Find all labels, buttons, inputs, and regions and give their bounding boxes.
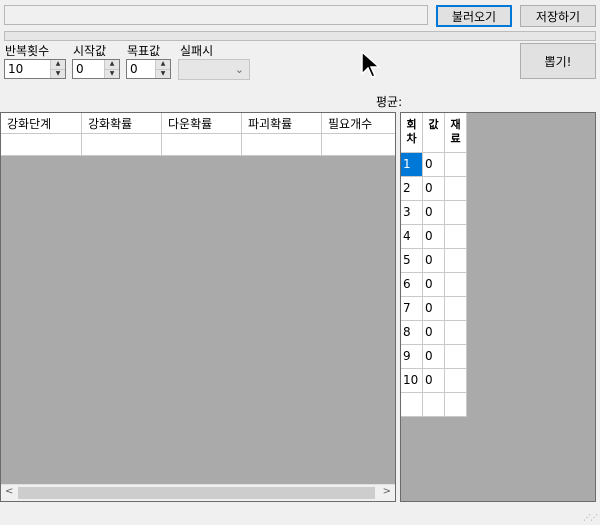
material-cell[interactable] bbox=[445, 369, 467, 393]
value-cell[interactable]: 0 bbox=[423, 297, 445, 321]
start-value-value[interactable]: 0 bbox=[73, 60, 104, 78]
material-cell[interactable] bbox=[445, 201, 467, 225]
material-cell[interactable] bbox=[445, 249, 467, 273]
draw-button[interactable]: 뽑기! bbox=[520, 43, 596, 79]
round-cell[interactable]: 7 bbox=[401, 297, 423, 321]
average-label: 평균: bbox=[376, 95, 403, 109]
table-row[interactable]: 70 bbox=[401, 297, 467, 321]
material-cell[interactable] bbox=[445, 225, 467, 249]
table-row[interactable]: 60 bbox=[401, 273, 467, 297]
column-header[interactable]: 강화확률 bbox=[82, 113, 162, 134]
spin-down-icon[interactable]: ▼ bbox=[156, 68, 170, 78]
table-row[interactable]: 90 bbox=[401, 345, 467, 369]
column-header[interactable]: 강화단계 bbox=[1, 113, 82, 134]
column-header[interactable]: 다운확률 bbox=[162, 113, 242, 134]
round-cell[interactable]: 1 bbox=[401, 153, 423, 177]
material-cell[interactable] bbox=[445, 153, 467, 177]
table-cell[interactable] bbox=[322, 134, 395, 156]
target-value-value[interactable]: 0 bbox=[127, 60, 155, 78]
spin-down-icon[interactable]: ▼ bbox=[105, 68, 119, 78]
resize-grip-icon[interactable]: ⋰⋰ bbox=[583, 513, 598, 522]
arrow-right-icon[interactable]: > bbox=[383, 486, 391, 497]
round-cell[interactable]: 4 bbox=[401, 225, 423, 249]
value-cell[interactable]: 0 bbox=[423, 273, 445, 297]
table-row[interactable]: 80 bbox=[401, 321, 467, 345]
file-path-input[interactable] bbox=[4, 5, 428, 25]
repeat-count-label: 반복횟수 bbox=[5, 44, 50, 58]
round-cell[interactable]: 8 bbox=[401, 321, 423, 345]
table-row[interactable]: 20 bbox=[401, 177, 467, 201]
column-header[interactable]: 필요개수 bbox=[322, 113, 395, 134]
spin-up-icon[interactable]: ▲ bbox=[51, 60, 65, 69]
table-cell[interactable] bbox=[1, 134, 82, 156]
value-cell[interactable]: 0 bbox=[423, 345, 445, 369]
material-cell[interactable] bbox=[445, 321, 467, 345]
table-row[interactable]: 30 bbox=[401, 201, 467, 225]
table-row[interactable]: 10 0 bbox=[401, 369, 467, 393]
chevron-down-icon[interactable]: ⌄ bbox=[235, 63, 244, 76]
column-header-value[interactable]: 값 bbox=[423, 113, 445, 153]
on-fail-dropdown[interactable]: ⌄ bbox=[178, 59, 250, 80]
value-cell[interactable] bbox=[423, 393, 445, 417]
value-cell[interactable]: 0 bbox=[423, 153, 445, 177]
progress-bar bbox=[4, 31, 596, 41]
table-cell[interactable] bbox=[162, 134, 242, 156]
material-cell[interactable] bbox=[445, 177, 467, 201]
material-cell[interactable] bbox=[445, 297, 467, 321]
target-value-label: 목표값 bbox=[127, 44, 161, 58]
repeat-count-value[interactable]: 10 bbox=[5, 60, 50, 78]
round-results-table[interactable]: 회 차 값 재 료 1 0 2 0 3 0 4 0 5 0 6 0 7 0 8 0 9 0 10 0 bbox=[400, 112, 596, 502]
spin-up-icon[interactable]: ▲ bbox=[105, 60, 119, 69]
table-row[interactable] bbox=[401, 393, 467, 417]
value-cell[interactable]: 0 bbox=[423, 225, 445, 249]
spin-down-icon[interactable]: ▼ bbox=[51, 68, 65, 78]
enhancement-table[interactable]: 강화단계 강화확률 다운확률 파괴확률 필요개수 < > bbox=[0, 112, 396, 502]
table-cell[interactable] bbox=[82, 134, 162, 156]
material-cell[interactable] bbox=[445, 273, 467, 297]
arrow-left-icon[interactable]: < bbox=[5, 486, 13, 497]
round-cell[interactable]: 3 bbox=[401, 201, 423, 225]
table-row[interactable]: 50 bbox=[401, 249, 467, 273]
round-cell[interactable] bbox=[401, 393, 423, 417]
column-header-round[interactable]: 회 차 bbox=[401, 113, 423, 153]
table-row[interactable]: 10 bbox=[401, 153, 467, 177]
target-value-stepper[interactable]: 0 ▲ ▼ bbox=[126, 59, 171, 79]
round-cell[interactable]: 2 bbox=[401, 177, 423, 201]
spin-up-icon[interactable]: ▲ bbox=[156, 60, 170, 69]
round-cell[interactable]: 10 bbox=[401, 369, 423, 393]
table-row[interactable]: 40 bbox=[401, 225, 467, 249]
value-cell[interactable]: 0 bbox=[423, 177, 445, 201]
on-fail-label: 실패시 bbox=[180, 44, 214, 58]
start-value-label: 시작값 bbox=[73, 44, 107, 58]
repeat-count-stepper[interactable]: 10 ▲ ▼ bbox=[4, 59, 66, 79]
round-cell[interactable]: 5 bbox=[401, 249, 423, 273]
round-cell[interactable]: 6 bbox=[401, 273, 423, 297]
material-cell[interactable] bbox=[445, 393, 467, 417]
value-cell[interactable]: 0 bbox=[423, 201, 445, 225]
mouse-pointer-icon bbox=[361, 50, 381, 78]
round-cell[interactable]: 9 bbox=[401, 345, 423, 369]
horizontal-scrollbar[interactable]: < > bbox=[1, 484, 395, 501]
value-cell[interactable]: 0 bbox=[423, 369, 445, 393]
start-value-stepper[interactable]: 0 ▲ ▼ bbox=[72, 59, 120, 79]
material-cell[interactable] bbox=[445, 345, 467, 369]
load-button[interactable]: 불러오기 bbox=[436, 5, 512, 27]
table-cell[interactable] bbox=[242, 134, 322, 156]
value-cell[interactable]: 0 bbox=[423, 249, 445, 273]
column-header-material[interactable]: 재 료 bbox=[445, 113, 467, 153]
scrollbar-thumb[interactable] bbox=[18, 487, 375, 499]
save-button[interactable]: 저장하기 bbox=[520, 5, 596, 27]
column-header[interactable]: 파괴확률 bbox=[242, 113, 322, 134]
value-cell[interactable]: 0 bbox=[423, 321, 445, 345]
